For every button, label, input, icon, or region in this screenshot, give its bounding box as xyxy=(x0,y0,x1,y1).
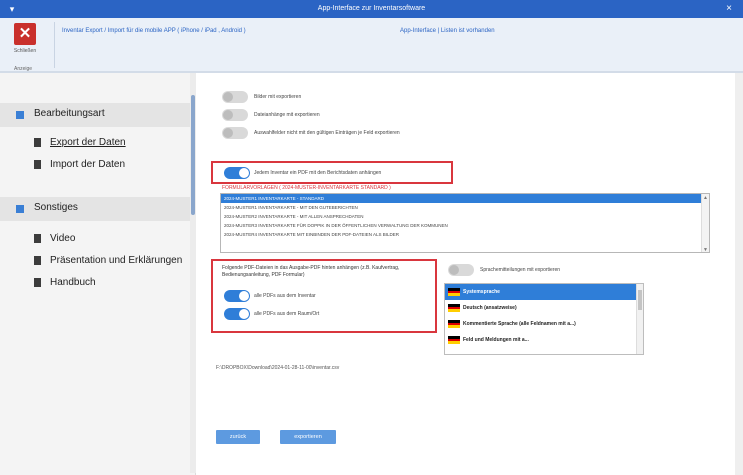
german-flag-icon xyxy=(448,288,460,296)
list-item[interactable]: 2024-MUSTER3 INVENTARKARTE FÜR DOPPIK IN… xyxy=(221,221,709,230)
sidebar-item-export[interactable]: Export der Daten xyxy=(0,135,196,153)
export-button[interactable]: exportieren xyxy=(280,430,336,444)
language-item[interactable]: Kommentierte Sprache (alle Feldnamen mit… xyxy=(445,316,643,332)
sidebar-item-label: Export der Daten xyxy=(50,137,126,148)
scrollbar-thumb[interactable] xyxy=(638,290,642,310)
option-label: Sprachemitteilungen mit exportieren xyxy=(480,267,561,273)
report-list-header: FORMULARVORLAGEN ( 2024-MUSTER-INVENTARK… xyxy=(222,185,391,191)
list-item[interactable]: 2024-MUSTER1 INVENTARKARTE - STANDARD xyxy=(221,194,709,203)
main-scrollbar[interactable] xyxy=(735,73,743,475)
list-item[interactable]: 2024-MUSTER4 INVENTARKARTE MIT EINBINDEN… xyxy=(221,230,709,239)
sidebar-item-praesentation[interactable]: Präsentation und Erklärungen xyxy=(0,253,196,271)
section-icon xyxy=(16,111,24,119)
option-label: Auswahlfelder nicht mit den gültigen Ein… xyxy=(254,130,400,136)
language-list[interactable]: Systemsprache Deutsch (ansatzweise) Komm… xyxy=(444,283,644,355)
toggle-export-images[interactable] xyxy=(222,91,248,103)
list-scrollbar[interactable]: ▲ ▼ xyxy=(701,194,709,252)
option-label: alle PDFs aus dem Inventar xyxy=(254,293,316,299)
option-label: alle PDFs aus dem Raum/Ort xyxy=(254,311,320,317)
language-item[interactable]: Feld und Meldungen mit a... xyxy=(445,332,643,348)
report-template-list[interactable]: 2024-MUSTER1 INVENTARKARTE - STANDARD 20… xyxy=(220,193,710,253)
list-item[interactable]: 2024-MUSTER1 INVENTARKARTE - MIT DEN GUT… xyxy=(221,203,709,212)
scrollbar-thumb[interactable] xyxy=(191,95,195,215)
toggle-export-attachments[interactable] xyxy=(222,109,248,121)
sidebar-item-label: Import der Daten xyxy=(50,159,126,170)
scroll-down-icon[interactable]: ▼ xyxy=(703,247,708,252)
document-icon xyxy=(34,138,41,147)
export-file-path: F:\DROPBOX\Download\2024-01-28-11-00\inv… xyxy=(216,365,340,371)
document-icon xyxy=(34,278,41,287)
option-label: Bilder mit exportieren xyxy=(254,94,302,100)
language-item[interactable]: Deutsch (ansatzweise) xyxy=(445,300,643,316)
option-label: Jedem Inventar ein PDF mit den Berichtsd… xyxy=(254,170,382,176)
close-button-label: Schließen xyxy=(13,48,37,54)
window-close-button[interactable]: × xyxy=(723,2,735,16)
section-icon xyxy=(16,205,24,213)
sidebar-scrollbar[interactable] xyxy=(190,73,196,473)
language-item[interactable]: Systemsprache xyxy=(445,284,643,300)
german-flag-icon xyxy=(448,336,460,344)
back-button[interactable]: zurück xyxy=(216,430,260,444)
sidebar-item-label: Video xyxy=(50,233,76,244)
sidebar-item-video[interactable]: Video xyxy=(0,231,196,249)
sidebar-item-handbuch[interactable]: Handbuch xyxy=(0,275,196,293)
toggle-export-language[interactable] xyxy=(448,264,474,276)
toggle-pdfs-raum[interactable] xyxy=(224,308,250,320)
ribbon-separator xyxy=(54,22,55,68)
list-item[interactable]: 2024-MUSTER2 INVENTARKARTE - MIT ALLEN A… xyxy=(221,212,709,221)
window-title: App-Interface zur Inventarsoftware xyxy=(317,5,426,12)
toggle-pdfs-inventar[interactable] xyxy=(224,290,250,302)
option-label: Dateianhänge mit exportieren xyxy=(254,112,320,118)
sidebar-item-import[interactable]: Import der Daten xyxy=(0,157,196,175)
german-flag-icon xyxy=(448,304,460,312)
toggle-attach-pdf[interactable] xyxy=(224,167,250,179)
sidebar-section-sonstiges[interactable]: Sonstiges xyxy=(0,197,196,221)
ribbon-info-left: Inventar Export / Import für die mobile … xyxy=(62,28,246,34)
document-icon xyxy=(34,160,41,169)
sidebar-section-bearbeitungsart[interactable]: Bearbeitungsart xyxy=(0,103,196,127)
title-bar: ▾ App-Interface zur Inventarsoftware × xyxy=(0,0,743,18)
ribbon: ✕ Schließen Anzeige Inventar Export / Im… xyxy=(0,18,743,73)
language-list-scrollbar[interactable] xyxy=(636,284,643,354)
sidebar-section-label: Bearbeitungsart xyxy=(34,108,105,119)
document-icon xyxy=(34,256,41,265)
toggle-selection-fields[interactable] xyxy=(222,127,248,139)
scroll-up-icon[interactable]: ▲ xyxy=(703,195,708,201)
close-icon: ✕ xyxy=(14,23,36,45)
close-button[interactable]: ✕ Schließen xyxy=(8,23,42,65)
ribbon-info-right: App-Interface | Listen ist vorhanden xyxy=(400,28,495,34)
sidebar-item-label: Handbuch xyxy=(50,277,96,288)
attach-pdf-description: Folgende PDF-Dateien in das Ausgabe-PDF … xyxy=(222,265,400,278)
sidebar-item-label: Präsentation und Erklärungen xyxy=(50,255,183,266)
document-icon xyxy=(34,234,41,243)
german-flag-icon xyxy=(448,320,460,328)
sidebar: Bearbeitungsart Export der Daten Import … xyxy=(0,73,196,475)
sidebar-section-label: Sonstiges xyxy=(34,202,78,213)
